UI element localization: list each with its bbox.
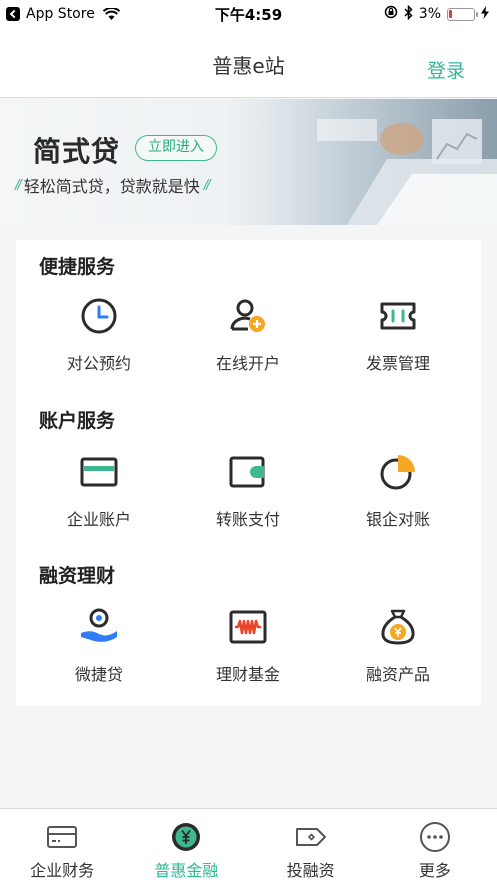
wifi-icon — [102, 8, 120, 20]
battery-percent: 3% — [418, 6, 441, 22]
service-label: 银企对账 — [365, 510, 430, 529]
tab-more[interactable]: 更多 — [373, 809, 497, 883]
more-icon — [419, 822, 450, 852]
battery-icon — [447, 7, 478, 21]
service-open-account[interactable]: 在线开户 — [188, 296, 308, 374]
pie-chart-icon — [380, 455, 415, 490]
login-button[interactable]: 登录 — [427, 56, 465, 83]
decor-slash-left: // — [15, 177, 22, 193]
tab-label: 普惠金融 — [154, 861, 219, 880]
status-bar: App Store 下午4:59 3% — [0, 0, 497, 28]
back-to-app-icon[interactable] — [6, 7, 20, 21]
decor-slash-right: // — [203, 177, 211, 193]
yuan-icon — [172, 823, 201, 851]
tab-label: 投融资 — [286, 861, 335, 880]
card-icon — [80, 457, 118, 487]
banner-enter-button[interactable]: 立即进入 — [135, 135, 217, 161]
money-bag-icon — [381, 609, 415, 645]
service-micro-loan[interactable]: 微捷贷 — [39, 607, 159, 685]
card-icon — [47, 826, 78, 848]
orientation-lock-icon — [384, 5, 398, 23]
section-title-account: 账户服务 — [39, 410, 116, 432]
section-title-convenience: 便捷服务 — [39, 256, 116, 278]
tab-enterprise-finance[interactable]: 企业财务 — [0, 809, 124, 883]
service-label: 微捷贷 — [74, 665, 123, 684]
bluetooth-icon — [404, 4, 413, 24]
wallet-icon — [229, 456, 265, 488]
coin-hand-icon — [81, 608, 117, 642]
tab-label: 更多 — [418, 861, 451, 880]
chart-box-icon — [229, 610, 267, 644]
tag-icon — [295, 828, 326, 846]
service-reconciliation[interactable]: 银企对账 — [338, 452, 458, 530]
tab-label: 企业财务 — [30, 861, 95, 880]
user-add-icon — [230, 299, 265, 332]
service-label: 发票管理 — [365, 354, 430, 373]
service-wealth-fund[interactable]: 理财基金 — [188, 607, 308, 685]
service-label: 融资产品 — [365, 665, 430, 684]
service-appointment[interactable]: 对公预约 — [39, 296, 159, 374]
charging-icon — [481, 5, 489, 23]
banner-photo — [227, 99, 497, 225]
service-label: 理财基金 — [215, 665, 280, 684]
service-transfer[interactable]: 转账支付 — [188, 452, 308, 530]
navigation-bar: 普惠e站 登录 — [0, 28, 497, 98]
tab-inclusive-finance[interactable]: 普惠金融 — [124, 809, 248, 883]
service-label: 企业账户 — [66, 510, 131, 529]
services-card: 便捷服务 对公预约 在线开户 发票管理 账户服务 企业账户 转账支付 银企对账 … — [16, 240, 481, 706]
service-label: 转账支付 — [215, 510, 280, 529]
promo-banner[interactable]: 简式贷 立即进入 // 轻松简式贷，贷款就是快 // — [0, 99, 497, 225]
banner-title: 简式贷 — [33, 135, 121, 168]
tab-bar: 企业财务 普惠金融 投融资 更多 — [0, 808, 497, 883]
page-title: 普惠e站 — [212, 54, 285, 78]
service-enterprise-account[interactable]: 企业账户 — [39, 452, 159, 530]
banner-subtitle: 轻松简式贷，贷款就是快 — [23, 177, 200, 196]
clock-icon — [81, 298, 117, 334]
service-label: 对公预约 — [66, 354, 131, 373]
service-invoice[interactable]: 发票管理 — [338, 296, 458, 374]
banner-subtitle-row: // 轻松简式贷，贷款就是快 // — [15, 173, 211, 197]
invoice-icon — [380, 302, 416, 330]
status-carrier[interactable]: App Store — [26, 6, 95, 22]
tab-investment[interactable]: 投融资 — [249, 809, 373, 883]
service-financing-products[interactable]: 融资产品 — [338, 607, 458, 685]
section-title-financing: 融资理财 — [39, 565, 116, 587]
service-label: 在线开户 — [215, 354, 280, 373]
